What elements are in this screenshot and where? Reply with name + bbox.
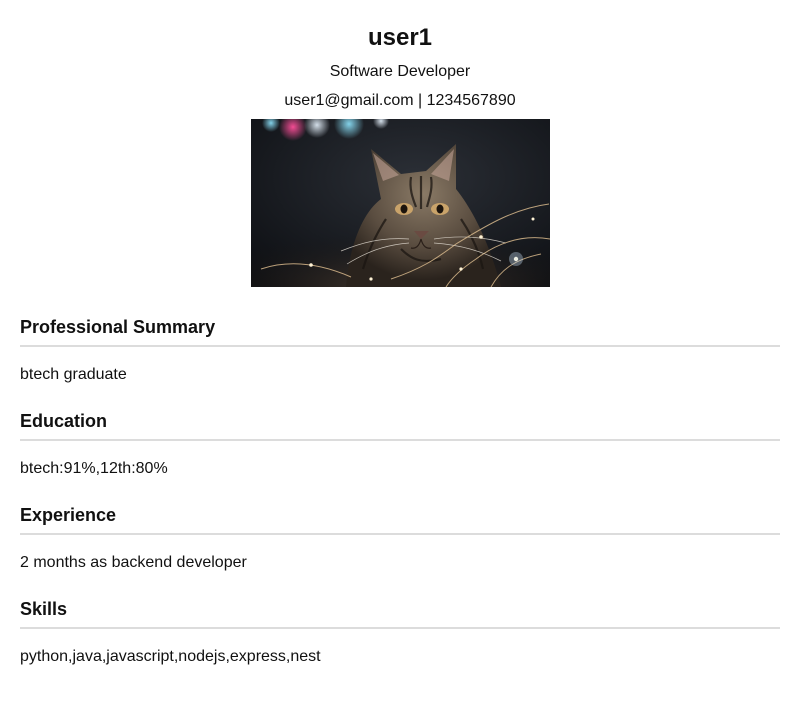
section-heading-skills: Skills — [20, 599, 68, 619]
section-divider — [20, 439, 780, 441]
section-divider — [20, 345, 780, 347]
email-text: user1@gmail.com — [284, 92, 414, 109]
profile-photo — [251, 119, 550, 287]
resume-page: user1 Software Developer user1@gmail.com… — [0, 0, 800, 710]
professional-summary-text: btech graduate — [20, 366, 127, 383]
contact-separator: | — [418, 92, 423, 109]
contact-line: user1@gmail.com | 1234567890 — [0, 91, 800, 111]
education-text: btech:91%,12th:80% — [20, 460, 168, 477]
section-heading-experience: Experience — [20, 505, 117, 525]
candidate-name: user1 — [367, 24, 433, 51]
experience-text: 2 months as backend developer — [20, 554, 247, 571]
skills-text: python,java,javascript,nodejs,express,ne… — [20, 648, 321, 665]
section-heading-professional-summary: Professional Summary — [20, 317, 216, 337]
section-divider — [20, 627, 780, 629]
kitten-photo-image — [251, 119, 550, 287]
section-divider — [20, 533, 780, 535]
phone-text: 1234567890 — [426, 92, 516, 109]
section-heading-education: Education — [20, 411, 108, 431]
job-title: Software Developer — [329, 63, 471, 80]
